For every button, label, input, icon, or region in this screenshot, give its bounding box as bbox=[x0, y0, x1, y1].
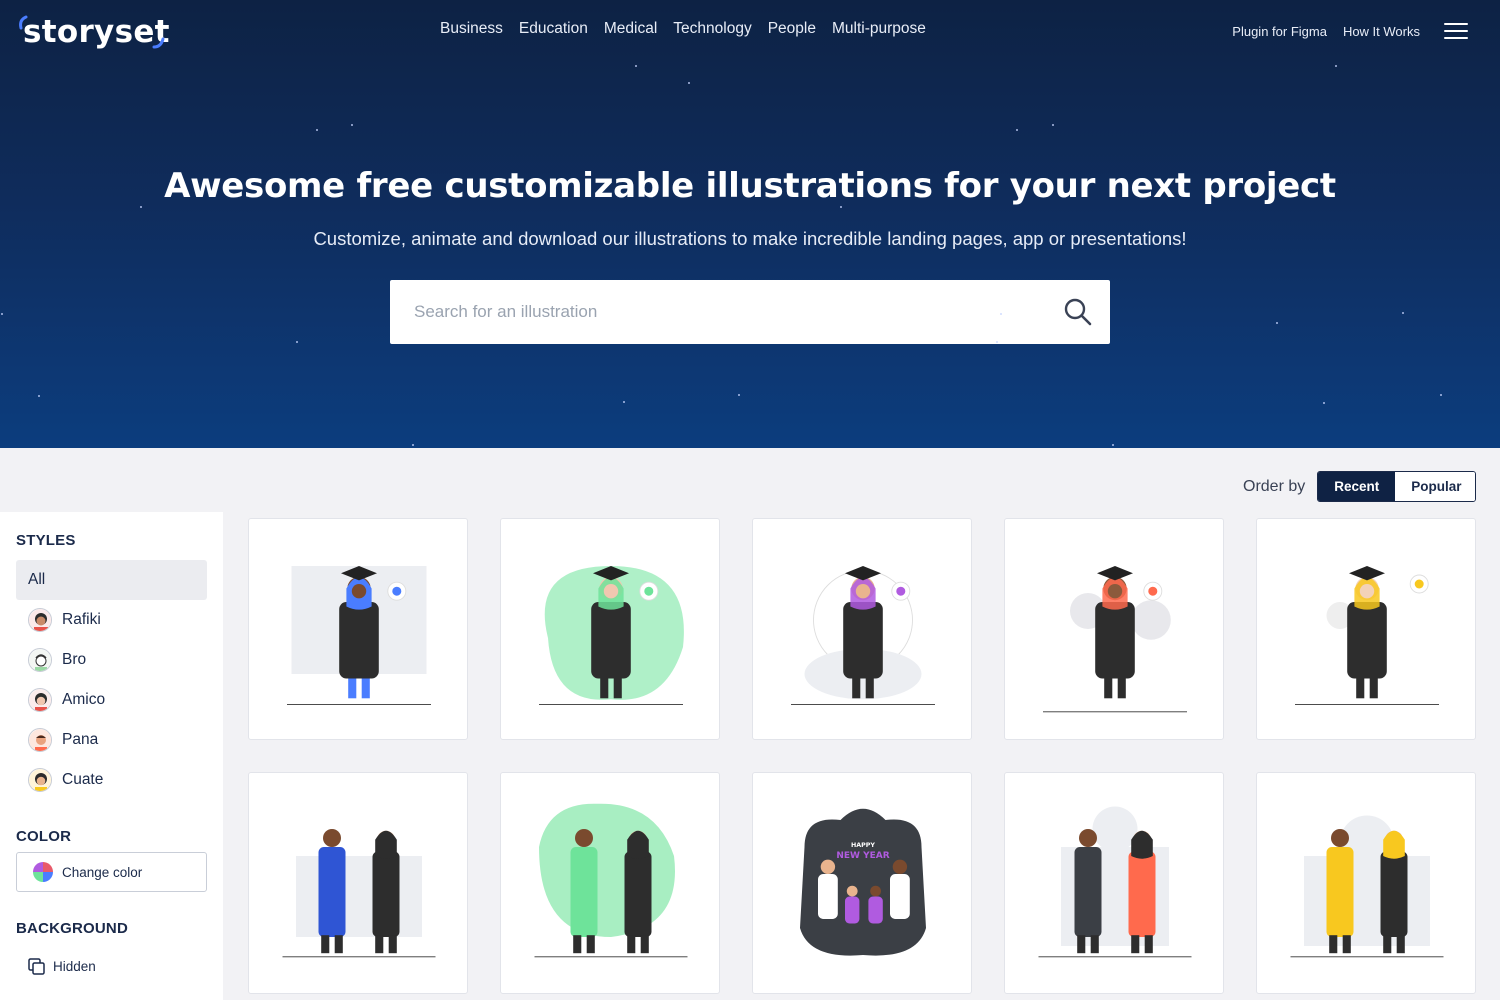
storyset-logo[interactable]: storyset bbox=[16, 12, 170, 52]
star-icon bbox=[1335, 65, 1337, 67]
star-icon bbox=[412, 444, 414, 446]
style-item-pana[interactable]: Pana bbox=[16, 720, 207, 760]
celebration-illustration bbox=[282, 829, 436, 958]
order-by: Order by Recent Popular bbox=[1243, 471, 1477, 502]
background-toggle[interactable]: Hidden bbox=[28, 958, 96, 975]
nav-business[interactable]: Business bbox=[440, 20, 503, 38]
style-label: Pana bbox=[62, 731, 99, 748]
style-label: Amico bbox=[62, 691, 106, 708]
how-it-works-link[interactable]: How It Works bbox=[1343, 24, 1420, 39]
search-icon[interactable] bbox=[1062, 296, 1094, 328]
graduation-illustration-card[interactable] bbox=[500, 518, 720, 740]
star-icon bbox=[1402, 312, 1404, 314]
plugin-for-figma-link[interactable]: Plugin for Figma bbox=[1232, 24, 1327, 39]
background-heading: BACKGROUND bbox=[16, 920, 128, 937]
order-popular-button[interactable]: Popular bbox=[1395, 472, 1476, 501]
star-icon bbox=[140, 206, 142, 208]
style-item-amico[interactable]: Amico bbox=[16, 680, 207, 720]
graduation-illustration-card[interactable] bbox=[248, 518, 468, 740]
star-icon bbox=[1276, 322, 1278, 324]
star-icon bbox=[623, 401, 625, 403]
filter-sidebar: STYLES All Rafiki Bro Amico Pana Cuate C… bbox=[0, 512, 223, 1000]
celebration-illustration-card[interactable] bbox=[1256, 772, 1476, 994]
star-icon bbox=[738, 394, 740, 396]
order-by-label: Order by bbox=[1243, 477, 1306, 495]
amico-avatar-icon bbox=[28, 688, 52, 712]
star-icon bbox=[1016, 129, 1018, 131]
svg-text:NEW YEAR: NEW YEAR bbox=[836, 851, 889, 861]
color-wheel-icon bbox=[33, 862, 53, 882]
layers-icon bbox=[28, 958, 45, 975]
style-label: All bbox=[28, 571, 46, 588]
nav-multi-purpose[interactable]: Multi-purpose bbox=[832, 20, 926, 38]
star-icon bbox=[1, 313, 3, 315]
hamburger-icon[interactable] bbox=[1444, 23, 1468, 41]
celebration-illustration-card[interactable] bbox=[500, 772, 720, 994]
star-icon bbox=[316, 129, 318, 131]
svg-text:HAPPY: HAPPY bbox=[851, 842, 875, 849]
rafiki-avatar-icon bbox=[28, 608, 52, 632]
graduation-illustration-card[interactable] bbox=[752, 518, 972, 740]
graduation-illustration-card[interactable] bbox=[1256, 518, 1476, 740]
cuate-avatar-icon bbox=[28, 768, 52, 792]
style-item-bro[interactable]: Bro bbox=[16, 640, 207, 680]
star-icon bbox=[351, 124, 353, 126]
celebration-illustration-card[interactable] bbox=[248, 772, 468, 994]
hero-title: Awesome free customizable illustrations … bbox=[164, 166, 1336, 206]
nav-medical[interactable]: Medical bbox=[604, 20, 657, 38]
star-icon bbox=[1440, 394, 1442, 396]
celebration-illustration bbox=[534, 803, 688, 958]
pana-avatar-icon bbox=[28, 728, 52, 752]
graduation-illustration-card[interactable] bbox=[1004, 518, 1224, 740]
star-icon bbox=[688, 82, 690, 84]
hero-section: storyset Business Education Medical Tech… bbox=[0, 0, 1500, 448]
star-icon bbox=[840, 206, 842, 208]
graduation-illustration bbox=[539, 566, 684, 706]
style-label: Bro bbox=[62, 651, 87, 668]
category-nav: Business Education Medical Technology Pe… bbox=[440, 20, 926, 38]
style-item-rafiki[interactable]: Rafiki bbox=[16, 600, 207, 640]
new-year-illustration-card[interactable]: HAPPY NEW YEAR bbox=[752, 772, 972, 994]
celebration-illustration-card[interactable] bbox=[1004, 772, 1224, 994]
star-icon bbox=[38, 395, 40, 397]
graduation-illustration bbox=[791, 566, 935, 706]
new-year-illustration: HAPPY NEW YEAR bbox=[800, 808, 926, 956]
celebration-illustration bbox=[1038, 806, 1192, 958]
graduation-illustration bbox=[287, 566, 431, 706]
style-item-cuate[interactable]: Cuate bbox=[16, 760, 207, 800]
star-icon bbox=[1052, 124, 1054, 126]
change-color-label: Change color bbox=[62, 864, 143, 880]
star-icon bbox=[1323, 402, 1325, 404]
utility-nav: Plugin for Figma How It Works bbox=[1232, 24, 1420, 39]
search-input[interactable] bbox=[390, 280, 1050, 344]
star-icon bbox=[996, 341, 998, 343]
background-value: Hidden bbox=[53, 959, 96, 974]
style-item-all[interactable]: All bbox=[16, 560, 207, 600]
style-label: Cuate bbox=[62, 771, 104, 788]
celebration-illustration bbox=[1290, 815, 1444, 958]
order-toggle: Recent Popular bbox=[1317, 471, 1477, 502]
change-color-button[interactable]: Change color bbox=[16, 852, 207, 892]
graduation-illustration bbox=[1043, 566, 1187, 713]
star-icon bbox=[296, 341, 298, 343]
hero-subtitle: Customize, animate and download our illu… bbox=[313, 228, 1187, 249]
bro-avatar-icon bbox=[28, 648, 52, 672]
nav-education[interactable]: Education bbox=[519, 20, 588, 38]
nav-people[interactable]: People bbox=[768, 20, 816, 38]
nav-technology[interactable]: Technology bbox=[673, 20, 751, 38]
star-icon bbox=[1112, 444, 1114, 446]
order-recent-button[interactable]: Recent bbox=[1318, 472, 1396, 501]
star-icon bbox=[1000, 313, 1002, 315]
style-label: Rafiki bbox=[62, 611, 101, 628]
logo-arc-icon bbox=[19, 15, 165, 49]
graduation-illustration bbox=[1295, 566, 1439, 706]
star-icon bbox=[635, 65, 637, 67]
color-heading: COLOR bbox=[16, 828, 72, 845]
search-box bbox=[390, 280, 1110, 344]
styles-heading: STYLES bbox=[16, 532, 76, 549]
